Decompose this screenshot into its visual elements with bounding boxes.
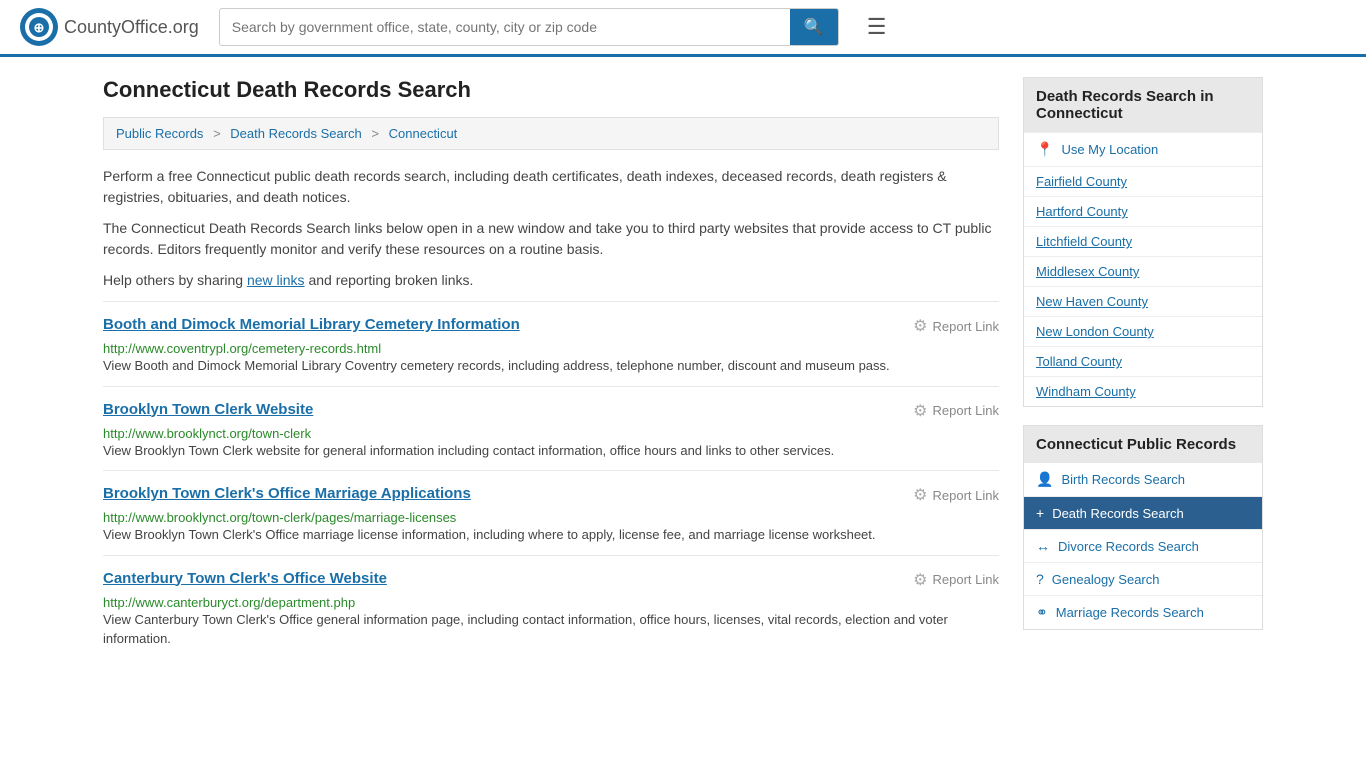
- description-3: Help others by sharing new links and rep…: [103, 270, 999, 291]
- breadcrumb-public-records[interactable]: Public Records: [116, 126, 203, 141]
- record-label-1: Death Records Search: [1052, 506, 1184, 521]
- logo-icon: ⊕: [20, 8, 58, 46]
- hamburger-icon: ☰: [867, 14, 887, 39]
- record-icon-3: ?: [1036, 571, 1044, 587]
- use-location-label: Use My Location: [1061, 142, 1158, 157]
- report-icon-2: ⚙: [913, 485, 927, 505]
- report-link-btn-1[interactable]: ⚙ Report Link: [913, 401, 999, 421]
- sidebar-county-1[interactable]: Hartford County: [1024, 196, 1262, 226]
- result-desc-1: View Brooklyn Town Clerk website for gen…: [103, 441, 999, 461]
- sidebar-county-3[interactable]: Middlesex County: [1024, 256, 1262, 286]
- result-item: Canterbury Town Clerk's Office Website ⚙…: [103, 555, 999, 659]
- record-label-0: Birth Records Search: [1061, 472, 1185, 487]
- location-icon: 📍: [1036, 141, 1053, 158]
- record-icon-1: +: [1036, 505, 1044, 521]
- search-button[interactable]: 🔍: [790, 9, 838, 45]
- breadcrumb-connecticut[interactable]: Connecticut: [389, 126, 458, 141]
- result-desc-2: View Brooklyn Town Clerk's Office marria…: [103, 525, 999, 545]
- result-title-2[interactable]: Brooklyn Town Clerk's Office Marriage Ap…: [103, 485, 471, 502]
- result-url-1[interactable]: http://www.brooklynct.org/town-clerk: [103, 426, 311, 441]
- svg-text:⊕: ⊕: [34, 20, 45, 35]
- record-label-4: Marriage Records Search: [1056, 605, 1204, 620]
- sidebar-county-6[interactable]: Tolland County: [1024, 346, 1262, 376]
- search-icon: 🔍: [804, 19, 824, 36]
- menu-button[interactable]: ☰: [859, 10, 895, 44]
- result-item: Booth and Dimock Memorial Library Cemete…: [103, 301, 999, 386]
- result-item: Brooklyn Town Clerk's Office Marriage Ap…: [103, 470, 999, 555]
- sidebar-county-2[interactable]: Litchfield County: [1024, 226, 1262, 256]
- sidebar-section-counties: Death Records Search in Connecticut 📍 Us…: [1023, 77, 1263, 407]
- report-label-2: Report Link: [933, 488, 999, 503]
- report-label-3: Report Link: [933, 572, 999, 587]
- breadcrumb-sep-1: >: [213, 126, 221, 141]
- search-bar: 🔍: [219, 8, 839, 46]
- new-links-link[interactable]: new links: [247, 272, 305, 288]
- result-header: Canterbury Town Clerk's Office Website ⚙…: [103, 570, 999, 590]
- sidebar-county-0[interactable]: Fairfield County: [1024, 166, 1262, 196]
- sidebar-use-location[interactable]: 📍 Use My Location: [1024, 132, 1262, 166]
- content-area: Connecticut Death Records Search Public …: [103, 77, 999, 659]
- record-icon-0: 👤: [1036, 471, 1053, 488]
- logo-link[interactable]: ⊕ CountyOffice.org: [20, 8, 199, 46]
- record-icon-4: ⚭: [1036, 604, 1048, 621]
- sidebar-record-4[interactable]: ⚭ Marriage Records Search: [1024, 595, 1262, 629]
- public-records-list: 👤 Birth Records Search + Death Records S…: [1024, 463, 1262, 629]
- sidebar-record-2[interactable]: ↔ Divorce Records Search: [1024, 529, 1262, 562]
- report-link-btn-0[interactable]: ⚙ Report Link: [913, 316, 999, 336]
- result-title-1[interactable]: Brooklyn Town Clerk Website: [103, 401, 313, 418]
- report-link-btn-3[interactable]: ⚙ Report Link: [913, 570, 999, 590]
- result-item: Brooklyn Town Clerk Website ⚙ Report Lin…: [103, 386, 999, 471]
- sidebar-county-4[interactable]: New Haven County: [1024, 286, 1262, 316]
- report-icon-3: ⚙: [913, 570, 927, 590]
- report-link-btn-2[interactable]: ⚙ Report Link: [913, 485, 999, 505]
- report-icon-0: ⚙: [913, 316, 927, 336]
- sidebar-county-5[interactable]: New London County: [1024, 316, 1262, 346]
- record-label-2: Divorce Records Search: [1058, 539, 1199, 554]
- record-icon-2: ↔: [1036, 538, 1050, 554]
- sidebar-section-records: Connecticut Public Records 👤 Birth Recor…: [1023, 425, 1263, 630]
- sidebar-record-1[interactable]: + Death Records Search: [1024, 496, 1262, 529]
- breadcrumb: Public Records > Death Records Search > …: [103, 117, 999, 150]
- result-url-0[interactable]: http://www.coventrypl.org/cemetery-recor…: [103, 341, 381, 356]
- result-header: Brooklyn Town Clerk Website ⚙ Report Lin…: [103, 401, 999, 421]
- result-title-0[interactable]: Booth and Dimock Memorial Library Cemete…: [103, 316, 520, 333]
- result-header: Booth and Dimock Memorial Library Cemete…: [103, 316, 999, 336]
- sidebar: Death Records Search in Connecticut 📍 Us…: [1023, 77, 1263, 659]
- search-input[interactable]: [220, 11, 790, 43]
- breadcrumb-sep-2: >: [371, 126, 379, 141]
- description-2: The Connecticut Death Records Search lin…: [103, 218, 999, 260]
- result-title-3[interactable]: Canterbury Town Clerk's Office Website: [103, 570, 387, 587]
- result-url-3[interactable]: http://www.canterburyct.org/department.p…: [103, 595, 355, 610]
- county-list: Fairfield CountyHartford CountyLitchfiel…: [1024, 166, 1262, 406]
- report-label-0: Report Link: [933, 319, 999, 334]
- sidebar-record-3[interactable]: ? Genealogy Search: [1024, 562, 1262, 595]
- result-desc-3: View Canterbury Town Clerk's Office gene…: [103, 610, 999, 649]
- sidebar-title-records: Connecticut Public Records: [1024, 426, 1262, 463]
- header: ⊕ CountyOffice.org 🔍 ☰: [0, 0, 1366, 57]
- main-container: Connecticut Death Records Search Public …: [83, 57, 1283, 679]
- sidebar-county-7[interactable]: Windham County: [1024, 376, 1262, 406]
- result-desc-0: View Booth and Dimock Memorial Library C…: [103, 356, 999, 376]
- report-icon-1: ⚙: [913, 401, 927, 421]
- page-title: Connecticut Death Records Search: [103, 77, 999, 103]
- results-list: Booth and Dimock Memorial Library Cemete…: [103, 301, 999, 659]
- record-label-3: Genealogy Search: [1052, 572, 1160, 587]
- result-header: Brooklyn Town Clerk's Office Marriage Ap…: [103, 485, 999, 505]
- result-url-2[interactable]: http://www.brooklynct.org/town-clerk/pag…: [103, 510, 456, 525]
- description-1: Perform a free Connecticut public death …: [103, 166, 999, 208]
- breadcrumb-death-records[interactable]: Death Records Search: [230, 126, 362, 141]
- sidebar-title-counties: Death Records Search in Connecticut: [1024, 78, 1262, 132]
- report-label-1: Report Link: [933, 403, 999, 418]
- logo-text: CountyOffice.org: [64, 17, 199, 38]
- sidebar-record-0[interactable]: 👤 Birth Records Search: [1024, 463, 1262, 496]
